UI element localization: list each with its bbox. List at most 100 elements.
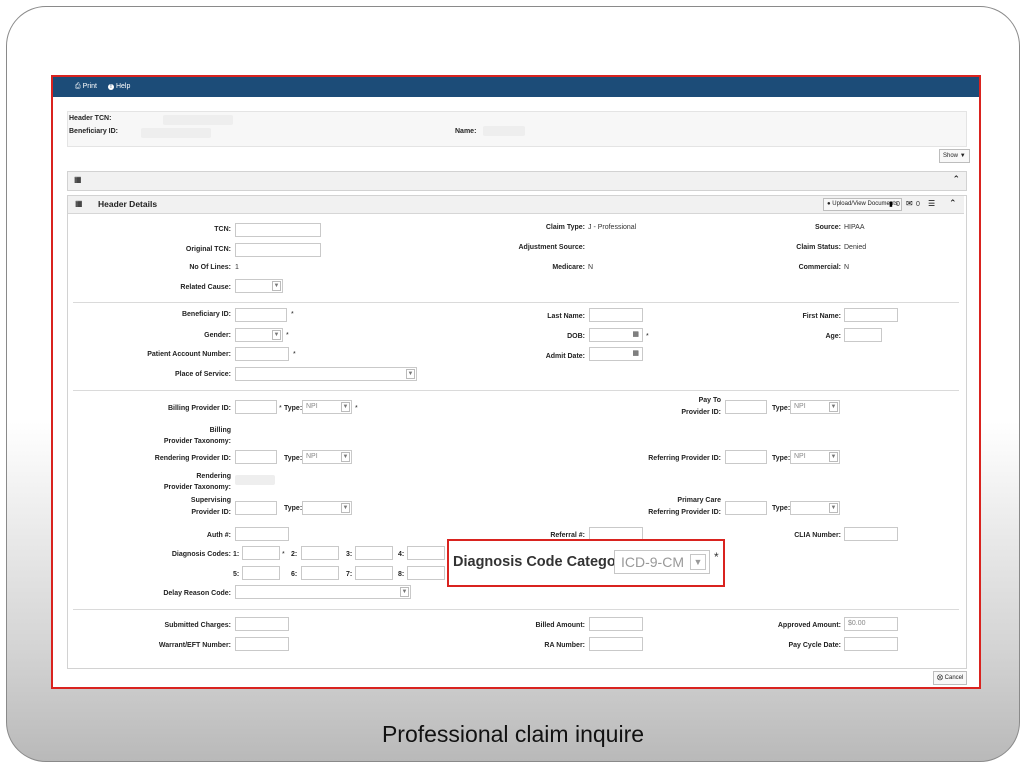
delay-reason-code-label: Delay Reason Code: — [163, 590, 231, 597]
pay-to-label-1: Pay To — [698, 397, 721, 404]
divider — [73, 302, 959, 303]
required-mark: * — [355, 405, 358, 412]
auth-field[interactable] — [235, 527, 289, 541]
chevron-up-icon[interactable]: ⌃ — [949, 198, 957, 209]
pay-to-type-label: Type: — [772, 405, 791, 412]
referral-label: Referral #: — [550, 532, 585, 539]
diagnosis-code-4-field[interactable] — [407, 546, 445, 560]
billed-amount-label: Billed Amount: — [535, 622, 585, 629]
pay-to-type-select[interactable]: NPI ▼ — [790, 400, 840, 414]
first-name-label: First Name: — [802, 313, 841, 320]
dx1-label: 1: — [233, 551, 240, 558]
pay-to-provider-id-field[interactable] — [725, 400, 767, 414]
chevron-down-icon: ▼ — [406, 369, 415, 379]
grid-icon: ▦ — [75, 199, 83, 208]
rendering-taxonomy-value — [235, 475, 275, 485]
help-icon: ! — [108, 84, 114, 90]
diagnosis-code-3-field[interactable] — [355, 546, 393, 560]
supervising-label-2: Provider ID: — [191, 509, 231, 516]
billing-type-select[interactable]: NPI ▼ — [302, 400, 352, 414]
diagnosis-code-5-field[interactable] — [242, 566, 280, 580]
header-tcn-label: Header TCN: — [69, 115, 112, 122]
referring-type-select[interactable]: NPI ▼ — [790, 450, 840, 464]
dob-label: DOB: — [567, 333, 585, 340]
dx3-label: 3: — [346, 551, 353, 558]
supervising-provider-id-field[interactable] — [235, 501, 277, 515]
related-cause-label: Related Cause: — [180, 284, 231, 291]
tcn-field[interactable] — [235, 223, 321, 237]
first-name-field[interactable] — [844, 308, 898, 322]
chevron-down-icon: ▼ — [400, 587, 409, 597]
patient-account-number-field[interactable] — [235, 347, 289, 361]
claim-type-value: J - Professional — [588, 224, 637, 231]
required-mark: * — [293, 351, 296, 358]
last-name-label: Last Name: — [547, 313, 585, 320]
supervising-type-select[interactable]: ▼ — [302, 501, 352, 515]
list-icon[interactable]: ☰ — [928, 199, 935, 208]
commercial-label: Commercial: — [798, 264, 841, 271]
claim-type-label: Claim Type: — [545, 224, 585, 231]
chevron-up-icon[interactable]: ⌃ — [952, 174, 960, 185]
required-mark: * — [286, 332, 289, 339]
print-link[interactable]: ⎙ Print — [75, 77, 97, 97]
diagnosis-code-2-field[interactable] — [301, 546, 339, 560]
source-value: HIPAA — [844, 224, 865, 231]
diagnosis-code-6-field[interactable] — [301, 566, 339, 580]
beneficiary-id-label: Beneficiary ID: — [69, 128, 119, 135]
chevron-down-icon: ▼ — [829, 402, 838, 412]
commercial-value: N — [844, 264, 850, 271]
submitted-charges-field[interactable] — [235, 617, 289, 631]
diagnosis-code-8-field[interactable] — [407, 566, 445, 580]
place-of-service-select[interactable]: ▼ — [235, 367, 417, 381]
collapsed-panel: ▦ ⌃ — [67, 171, 967, 191]
source-label: Source: — [814, 224, 841, 231]
diagnosis-code-7-field[interactable] — [355, 566, 393, 580]
pay-cycle-date-field[interactable] — [844, 637, 898, 651]
beneficiary-id-field[interactable] — [235, 308, 287, 322]
rendering-taxonomy-label-1: Rendering — [196, 473, 231, 480]
document-icon[interactable]: ▮ — [889, 200, 893, 208]
rendering-provider-id-label: Rendering Provider ID: — [154, 455, 231, 462]
required-mark: * — [291, 311, 294, 318]
delay-reason-code-select[interactable]: ▼ — [235, 585, 411, 599]
diagnosis-code-category-label: Diagnosis Code Category: — [453, 554, 635, 570]
age-field[interactable] — [844, 328, 882, 342]
show-button[interactable]: Show ▼ — [939, 149, 970, 163]
last-name-field[interactable] — [589, 308, 643, 322]
original-tcn-field[interactable] — [235, 243, 321, 257]
clia-number-field[interactable] — [844, 527, 898, 541]
rendering-type-select[interactable]: NPI ▼ — [302, 450, 352, 464]
divider — [73, 390, 959, 391]
patient-account-number-label: Patient Account Number: — [147, 351, 231, 358]
help-link[interactable]: ! Help — [108, 77, 130, 97]
admit-date-field[interactable]: ▦ — [589, 347, 643, 361]
dx6-label: 6: — [291, 571, 298, 578]
divider — [73, 609, 959, 610]
admit-date-label: Admit Date: — [545, 353, 585, 360]
dob-field[interactable]: ▦ — [589, 328, 643, 342]
diagnosis-code-1-field[interactable] — [242, 546, 280, 560]
cancel-button[interactable]: ⨂ Cancel — [933, 671, 968, 685]
header-tcn-value — [163, 115, 233, 125]
diagnosis-code-category-select[interactable]: ICD-9-CM ▼ — [614, 550, 710, 574]
rendering-provider-id-field[interactable] — [235, 450, 277, 464]
gender-select[interactable]: ▼ — [235, 328, 283, 342]
calendar-icon[interactable]: ▦ — [632, 348, 639, 360]
claim-inquiry-window: ⎙ Print ! Help Header TCN: Beneficiary I… — [51, 75, 981, 689]
ra-number-field[interactable] — [589, 637, 643, 651]
related-cause-select[interactable]: ▼ — [235, 279, 283, 293]
ra-number-label: RA Number: — [544, 642, 585, 649]
referring-provider-id-field[interactable] — [725, 450, 767, 464]
calendar-icon[interactable]: ▦ — [632, 329, 639, 341]
primary-care-provider-id-field[interactable] — [725, 501, 767, 515]
diagnosis-codes-label: Diagnosis Codes: — [171, 551, 231, 558]
mail-icon[interactable]: ✉ — [906, 199, 913, 208]
primary-care-type-select[interactable]: ▼ — [790, 501, 840, 515]
printer-icon: ⎙ — [75, 83, 81, 90]
billing-provider-id-field[interactable] — [235, 400, 277, 414]
billed-amount-field[interactable] — [589, 617, 643, 631]
warrant-eft-number-field[interactable] — [235, 637, 289, 651]
document-count: 0 — [896, 201, 900, 208]
billing-type-label: Type: — [284, 405, 303, 412]
approved-amount-field[interactable]: $0.00 — [844, 617, 898, 631]
